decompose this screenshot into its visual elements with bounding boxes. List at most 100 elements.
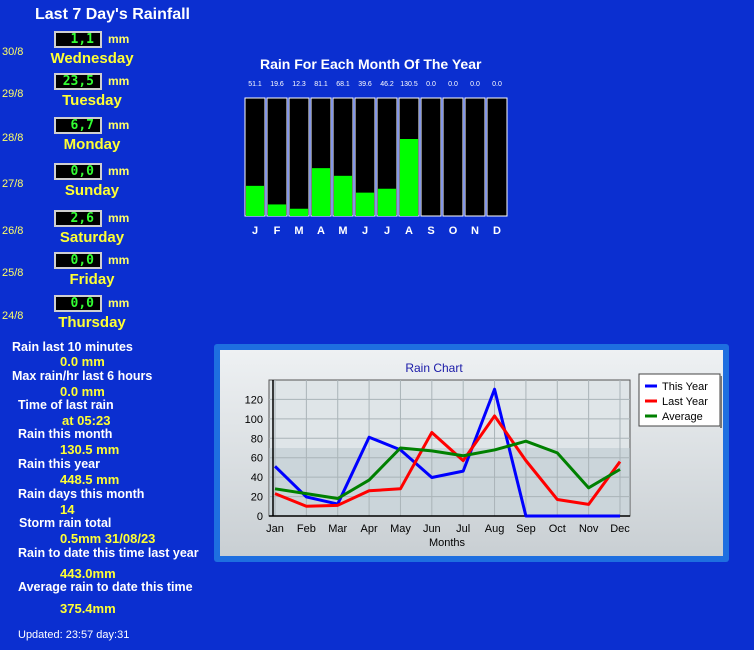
bar-value-label: 19.6 [270, 81, 284, 88]
stat-label: Rain this year [18, 457, 100, 471]
x-tick-label: Sep [516, 523, 536, 535]
day-name: Wednesday [50, 50, 134, 67]
bar-category-label: O [449, 225, 458, 237]
day-rain-value: 0,0 [54, 295, 102, 312]
bar [400, 139, 418, 216]
bar [334, 175, 352, 216]
y-tick-label: 40 [251, 472, 263, 484]
stat-label: Time of last rain [18, 398, 114, 412]
bar-value-label: 0.0 [448, 81, 458, 88]
bar-cell [266, 97, 288, 217]
x-tick-label: Dec [610, 523, 630, 535]
x-tick-label: Mar [328, 523, 347, 535]
stat-label: Rain last 10 minutes [12, 340, 133, 354]
rain-chart-panel: Rain Chart 0 20 40 60 80 100 120 Jan Feb Mar Apr May… [214, 344, 729, 562]
y-tick-label: 120 [245, 394, 263, 406]
day-date: 29/8 [2, 88, 24, 100]
stat-value: 0.0 mm [60, 384, 105, 399]
day-rain-unit: mm [108, 253, 130, 267]
day-rain-unit: mm [108, 74, 130, 88]
day-rain-unit: mm [108, 32, 130, 46]
bar-category-label: A [405, 225, 413, 237]
legend-label: Average [662, 411, 703, 423]
bar-value-label: 130.5 [400, 81, 418, 88]
day-rain-unit: mm [108, 118, 130, 132]
bar [246, 185, 264, 216]
day-rain-unit: mm [108, 211, 130, 225]
day-name: Monday [63, 136, 121, 153]
x-tick-label: Jun [423, 523, 441, 535]
day-date: 30/8 [2, 46, 24, 58]
x-tick-label: Feb [297, 523, 316, 535]
day-date: 27/8 [2, 178, 24, 190]
stat-label: Max rain/hr last 6 hours [12, 369, 153, 383]
y-tick-label: 60 [251, 453, 263, 465]
bar-value-label: 68.1 [336, 81, 350, 88]
stat-value: 130.5 mm [60, 442, 120, 457]
day-date: 28/8 [2, 132, 24, 144]
day-rain-value: 2,6 [54, 210, 102, 227]
bar-value-label: 81.1 [314, 81, 328, 88]
x-tick-label: Jan [266, 523, 284, 535]
stat-value: at 05:23 [62, 413, 111, 428]
stat-value: 448.5 mm [60, 472, 120, 487]
bar-value-label: 46.2 [380, 81, 394, 88]
bar-value-label: 0.0 [470, 81, 480, 88]
day-date: 24/8 [2, 310, 24, 322]
bar-cell [288, 97, 310, 217]
bar-cell [420, 97, 442, 217]
bar [268, 204, 286, 216]
bar-category-label: J [384, 225, 390, 237]
day-name: Saturday [59, 229, 125, 246]
bar [312, 168, 330, 216]
y-tick-label: 0 [257, 511, 263, 523]
bar-value-label: 12.3 [292, 81, 306, 88]
bar-chart-title: Rain For Each Month Of The Year [260, 56, 482, 72]
stat-value: 443.0mm [60, 566, 116, 581]
bar-category-label: A [317, 225, 325, 237]
stat-value: 14 [60, 502, 75, 517]
legend-shadow [720, 376, 722, 428]
y-tick-label: 100 [245, 414, 263, 426]
page-title: Last 7 Day's Rainfall [35, 6, 190, 23]
stat-label: Rain days this month [18, 487, 145, 501]
legend-label: This Year [662, 381, 708, 393]
bar-value-label: 51.1 [248, 81, 262, 88]
updated-timestamp: Updated: 23:57 day:31 [18, 629, 130, 641]
stat-value: 0.0 mm [60, 354, 105, 369]
bar-value-label: 0.0 [492, 81, 502, 88]
bar-value-label: 39.6 [358, 81, 372, 88]
stat-label: Storm rain total [19, 516, 112, 530]
bar-cell [442, 97, 464, 217]
day-name: Friday [69, 271, 115, 288]
x-axis-label: Months [429, 537, 466, 549]
legend-label: Last Year [662, 396, 708, 408]
y-tick-label: 20 [251, 492, 263, 504]
y-tick-label: 80 [251, 433, 263, 445]
day-date: 25/8 [2, 267, 24, 279]
rain-chart-canvas: Rain Chart 0 20 40 60 80 100 120 Jan Feb Mar Apr May… [220, 350, 723, 556]
x-tick-label: Apr [361, 523, 378, 535]
day-rain-value: 0,0 [54, 163, 102, 180]
bar [356, 192, 374, 216]
day-date: 26/8 [2, 225, 24, 237]
day-name: Tuesday [62, 92, 122, 109]
bar-category-label: J [252, 225, 258, 237]
stat-label: Average rain to date this time [18, 580, 193, 594]
bar-value-label: 0.0 [426, 81, 436, 88]
bar-category-label: F [274, 225, 281, 237]
stat-value: 0.5mm 31/08/23 [60, 531, 156, 546]
stat-label: Rain to date this time last year [18, 546, 199, 560]
line-chart-title: Rain Chart [405, 361, 463, 375]
rain-line-chart: Rain Chart 0 20 40 60 80 100 120 Jan Feb Mar Apr May… [245, 361, 722, 549]
day-rain-unit: mm [108, 164, 130, 178]
x-tick-label: May [390, 523, 411, 535]
bar-category-label: N [471, 225, 479, 237]
bar-category-label: J [362, 225, 368, 237]
bar-category-label: D [493, 225, 501, 237]
bar [378, 188, 396, 216]
monthly-rain-bar-chart: 51.1 J 19.6 F 12.3 M 81.1 A 68.1 M 39.6 J 46.2 J 130.5… [244, 81, 508, 237]
day-name: Sunday [64, 182, 120, 199]
bar-category-label: S [427, 225, 434, 237]
stat-label: Rain this month [18, 427, 113, 441]
